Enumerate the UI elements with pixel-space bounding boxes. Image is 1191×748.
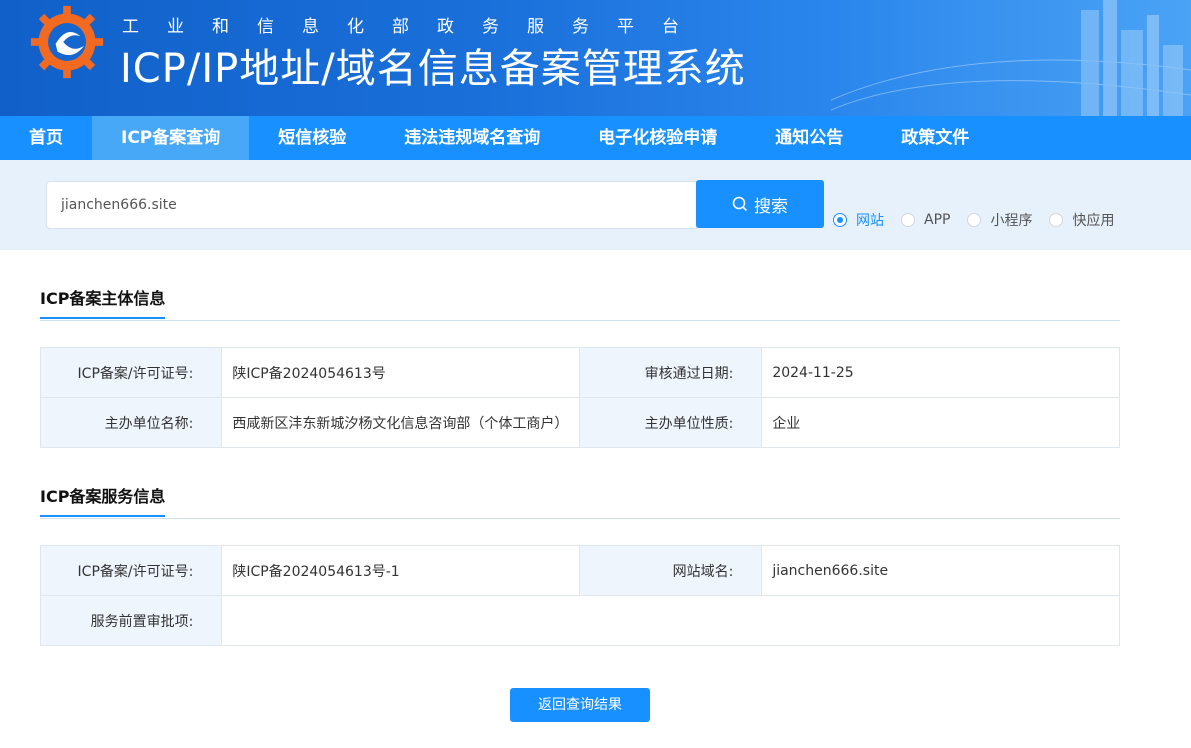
radio-mini-program[interactable]: 小程序: [967, 210, 1032, 230]
search-button[interactable]: 搜索: [696, 180, 824, 228]
nav-item-illegal-domain-query[interactable]: 违法违规域名查询: [375, 116, 569, 160]
radio-dot: [967, 213, 982, 227]
main-nav: 首页 ICP备案查询 短信核验 违法违规域名查询 电子化核验申请 通知公告 政策…: [0, 116, 1191, 160]
radio-app[interactable]: APP: [901, 212, 950, 228]
subject-info-table: ICP备案/许可证号: 陕ICP备2024054613号 审核通过日期: 202…: [39, 347, 1120, 448]
service-section-header: ICP备案服务信息: [40, 483, 1120, 519]
service-license-value: 陕ICP备2024054613号-1: [221, 545, 580, 596]
table-row: ICP备案/许可证号: 陕ICP备2024054613号-1 网站域名: jia…: [39, 545, 1120, 596]
table-row: 主办单位名称: 西咸新区沣东新城汐杨文化信息咨询部（个体工商户） 主办单位性质:…: [39, 397, 1120, 448]
nav-item-icp-query[interactable]: ICP备案查询: [92, 116, 250, 160]
org-name-label: 主办单位名称:: [39, 397, 223, 448]
pre-approval-label: 服务前置审批项:: [39, 595, 223, 646]
radio-label: 快应用: [1072, 213, 1115, 229]
platform-subtitle: 工业和信息化部政务服务平台: [122, 17, 707, 37]
license-number-label: ICP备案/许可证号:: [39, 347, 223, 398]
radio-website[interactable]: 网站: [833, 210, 884, 230]
radio-label: 小程序: [990, 213, 1033, 229]
radio-dot: [1049, 213, 1064, 227]
nav-item-policy-docs[interactable]: 政策文件: [872, 116, 998, 160]
search-input[interactable]: jianchen666.site: [46, 181, 697, 229]
nav-item-electronic-verify[interactable]: 电子化核验申请: [569, 116, 746, 160]
org-name-value: 西咸新区沣东新城汐杨文化信息咨询部（个体工商户）: [221, 397, 580, 448]
radio-label: APP: [924, 212, 951, 228]
radio-dot: [833, 213, 847, 227]
license-number-value: 陕ICP备2024054613号: [221, 347, 580, 398]
nav-item-sms-verify[interactable]: 短信核验: [249, 116, 375, 160]
org-type-label: 主办单位性质:: [578, 397, 763, 448]
table-row: ICP备案/许可证号: 陕ICP备2024054613号 审核通过日期: 202…: [39, 347, 1120, 398]
search-button-label: 搜索: [754, 196, 788, 217]
approval-date-value: 2024-11-25: [761, 347, 1120, 398]
nav-item-notices[interactable]: 通知公告: [746, 116, 872, 160]
pre-approval-value: [221, 595, 1120, 646]
back-to-results-button[interactable]: 返回查询结果: [510, 688, 650, 722]
radio-label: 网站: [856, 213, 884, 229]
radio-quick-app[interactable]: 快应用: [1049, 210, 1114, 230]
header-banner: 工业和信息化部政务服务平台 ICP/IP地址/域名信息备案管理系统: [0, 0, 1191, 116]
service-section-title: ICP备案服务信息: [40, 483, 166, 517]
ministry-logo-icon: [30, 5, 104, 79]
org-type-value: 企业: [761, 397, 1120, 448]
search-area: jianchen666.site 搜索 网站 APP 小程序 快应用: [0, 160, 1191, 250]
search-icon: [732, 196, 748, 212]
table-row: 服务前置审批项:: [39, 595, 1120, 646]
domain-label: 网站域名:: [578, 545, 763, 596]
city-skyline-decoration: [831, 0, 1191, 116]
service-info-table: ICP备案/许可证号: 陕ICP备2024054613号-1 网站域名: jia…: [39, 545, 1120, 646]
radio-dot: [901, 213, 915, 227]
nav-item-home[interactable]: 首页: [0, 116, 92, 160]
subject-section-title: ICP备案主体信息: [40, 285, 166, 319]
domain-value: jianchen666.site: [761, 545, 1120, 596]
system-title: ICP/IP地址/域名信息备案管理系统: [120, 46, 746, 92]
subject-section-header: ICP备案主体信息: [40, 285, 1120, 321]
service-license-label: ICP备案/许可证号:: [39, 545, 223, 596]
search-type-radio-group: 网站 APP 小程序 快应用: [833, 210, 1114, 230]
approval-date-label: 审核通过日期:: [578, 347, 763, 398]
